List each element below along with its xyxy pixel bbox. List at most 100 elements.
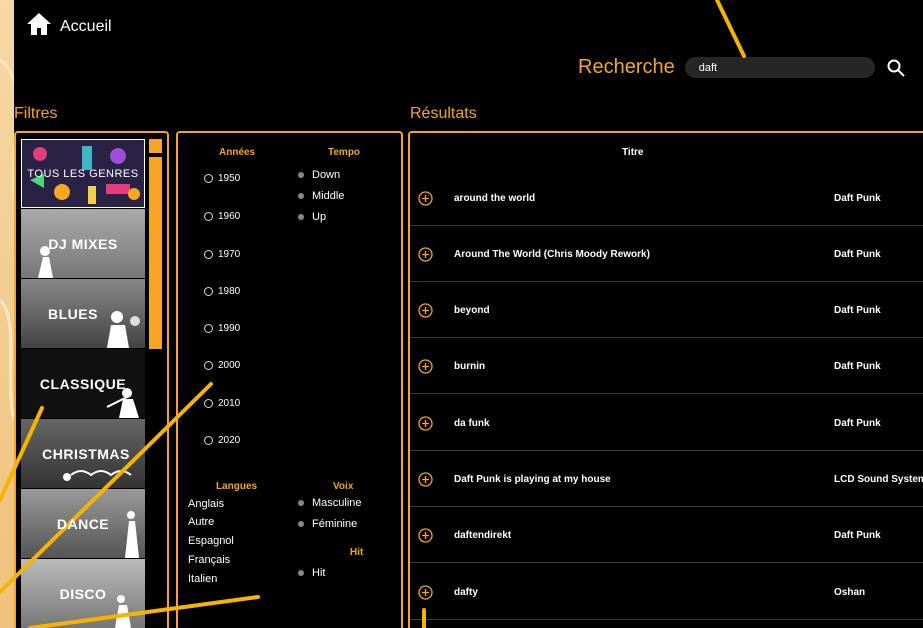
track-artist: Daft Punk bbox=[834, 305, 881, 316]
genre-tile-disco[interactable]: DISCO bbox=[21, 559, 145, 628]
scrollbar-up-arrow[interactable] bbox=[149, 139, 162, 153]
langues-label: Langues bbox=[216, 481, 258, 492]
filters-panel: Années Tempo 1950 1960 1970 1980 1990 20… bbox=[176, 131, 403, 628]
language-option[interactable]: Espagnol bbox=[188, 535, 234, 547]
table-row[interactable]: Around The World (Chris Moody Rework) Da… bbox=[410, 226, 923, 282]
tempo-option-up[interactable]: Up bbox=[298, 211, 326, 223]
search-input[interactable] bbox=[684, 57, 875, 78]
track-title: around the world bbox=[454, 193, 536, 204]
voice-option-feminine[interactable]: Féminine bbox=[298, 518, 357, 530]
home-icon bbox=[26, 12, 52, 41]
year-option[interactable]: 1950 bbox=[204, 173, 240, 184]
radio-icon bbox=[204, 361, 213, 370]
radio-icon bbox=[204, 212, 213, 221]
genre-tile-classique[interactable]: CLASSIQUE bbox=[21, 349, 145, 418]
genre-list: TOUS LES GENRES DJ MIXES BLUES CLASSIQUE bbox=[14, 131, 169, 628]
year-label: 2000 bbox=[218, 360, 241, 371]
genre-tile-dance[interactable]: DANCE bbox=[21, 489, 145, 558]
hit-label: Hit bbox=[350, 547, 364, 558]
track-artist: Oshan bbox=[834, 587, 866, 598]
add-circle-icon[interactable] bbox=[418, 472, 433, 487]
track-title: daftendirekt bbox=[454, 530, 512, 541]
genre-label-dance: DANCE bbox=[56, 515, 110, 532]
search-icon[interactable] bbox=[885, 57, 907, 79]
dot-icon bbox=[298, 214, 304, 220]
table-row[interactable]: around the world Daft Punk bbox=[410, 170, 923, 226]
table-row[interactable]: daftendirekt Daft Punk bbox=[410, 507, 923, 563]
filters-title: Filtres bbox=[14, 105, 58, 122]
genre-tile-blues[interactable]: BLUES bbox=[21, 279, 145, 348]
year-label: 1970 bbox=[218, 249, 241, 260]
year-option[interactable]: 1960 bbox=[204, 211, 240, 222]
genre-tile-all[interactable]: TOUS LES GENRES bbox=[21, 139, 145, 208]
language-option[interactable]: Autre bbox=[188, 516, 214, 528]
add-circle-icon[interactable] bbox=[418, 303, 433, 318]
add-circle-icon[interactable] bbox=[418, 585, 433, 600]
radio-icon bbox=[204, 174, 213, 183]
table-row[interactable]: Daft Punk is playing at my house LCD Sou… bbox=[410, 451, 923, 507]
year-option[interactable]: 2000 bbox=[204, 360, 240, 371]
genre-tile-dj-mixes[interactable]: DJ MIXES bbox=[21, 209, 145, 278]
add-circle-icon[interactable] bbox=[418, 247, 433, 262]
app-window: Accueil Recherche Filtres Résultats TOUS… bbox=[14, 0, 923, 628]
dot-icon bbox=[298, 193, 304, 199]
track-title: Daft Punk is playing at my house bbox=[454, 474, 611, 485]
genre-label-dj-mixes: DJ MIXES bbox=[48, 235, 118, 252]
home-link[interactable]: Accueil bbox=[26, 12, 112, 41]
voice-option-label: Masculine bbox=[312, 497, 362, 509]
table-row[interactable]: burnin Daft Punk bbox=[410, 338, 923, 394]
voix-label: Voix bbox=[333, 481, 354, 492]
language-option[interactable]: Anglais bbox=[188, 498, 224, 510]
year-label: 2010 bbox=[218, 398, 241, 409]
dot-icon bbox=[298, 500, 304, 506]
language-option[interactable]: Français bbox=[188, 554, 230, 566]
table-row[interactable]: beyond Daft Punk bbox=[410, 282, 923, 338]
year-option[interactable]: 1970 bbox=[204, 249, 240, 260]
tempo-option-middle[interactable]: Middle bbox=[298, 190, 344, 202]
add-circle-icon[interactable] bbox=[418, 528, 433, 543]
track-title: beyond bbox=[454, 305, 490, 316]
years-label: Années bbox=[219, 147, 256, 158]
track-artist: Daft Punk bbox=[834, 530, 881, 541]
year-option[interactable]: 1980 bbox=[204, 286, 240, 297]
tempo-option-label: Up bbox=[312, 211, 327, 223]
dot-icon bbox=[298, 521, 304, 527]
genre-label-christmas: CHRISTMAS bbox=[42, 445, 130, 462]
track-artist: Daft Punk bbox=[834, 193, 881, 204]
search-label: Recherche bbox=[578, 56, 675, 78]
track-artist: Daft Punk bbox=[834, 418, 881, 429]
year-option[interactable]: 2010 bbox=[204, 398, 240, 409]
genre-tile-christmas[interactable]: CHRISTMAS bbox=[21, 419, 145, 488]
track-artist: LCD Sound System bbox=[834, 474, 923, 485]
year-label: 1960 bbox=[218, 211, 241, 222]
table-row[interactable]: dafty Oshan bbox=[410, 564, 923, 620]
tempo-option-down[interactable]: Down bbox=[298, 169, 340, 181]
dot-icon bbox=[298, 570, 304, 576]
tempo-label: Tempo bbox=[328, 147, 361, 158]
results-title: Résultats bbox=[410, 105, 477, 122]
genre-scrollbar[interactable] bbox=[149, 139, 162, 349]
add-circle-icon[interactable] bbox=[418, 191, 433, 206]
track-title: da funk bbox=[454, 418, 490, 429]
results-panel: Titre around the world Daft Punk Around … bbox=[408, 131, 923, 628]
year-label: 1980 bbox=[218, 286, 241, 297]
genre-label-classique: CLASSIQUE bbox=[39, 375, 127, 392]
scrollbar-thumb[interactable] bbox=[149, 157, 162, 349]
add-circle-icon[interactable] bbox=[418, 359, 433, 374]
table-row[interactable]: da funk Daft Punk bbox=[410, 395, 923, 451]
voice-option-masculine[interactable]: Masculine bbox=[298, 497, 362, 509]
radio-icon bbox=[204, 399, 213, 408]
hit-option[interactable]: Hit bbox=[298, 567, 325, 579]
hit-option-label: Hit bbox=[312, 567, 326, 579]
genre-label-blues: BLUES bbox=[48, 305, 98, 322]
year-option[interactable]: 2020 bbox=[204, 435, 240, 446]
year-option[interactable]: 1990 bbox=[204, 323, 240, 334]
tempo-option-label: Middle bbox=[312, 190, 345, 202]
year-label: 2020 bbox=[218, 435, 241, 446]
search-bar: Recherche bbox=[578, 56, 907, 79]
dot-icon bbox=[298, 172, 304, 178]
home-label: Accueil bbox=[60, 17, 112, 35]
genre-label-disco: DISCO bbox=[59, 585, 107, 602]
add-circle-icon[interactable] bbox=[418, 416, 433, 431]
language-option[interactable]: Italien bbox=[188, 573, 217, 585]
